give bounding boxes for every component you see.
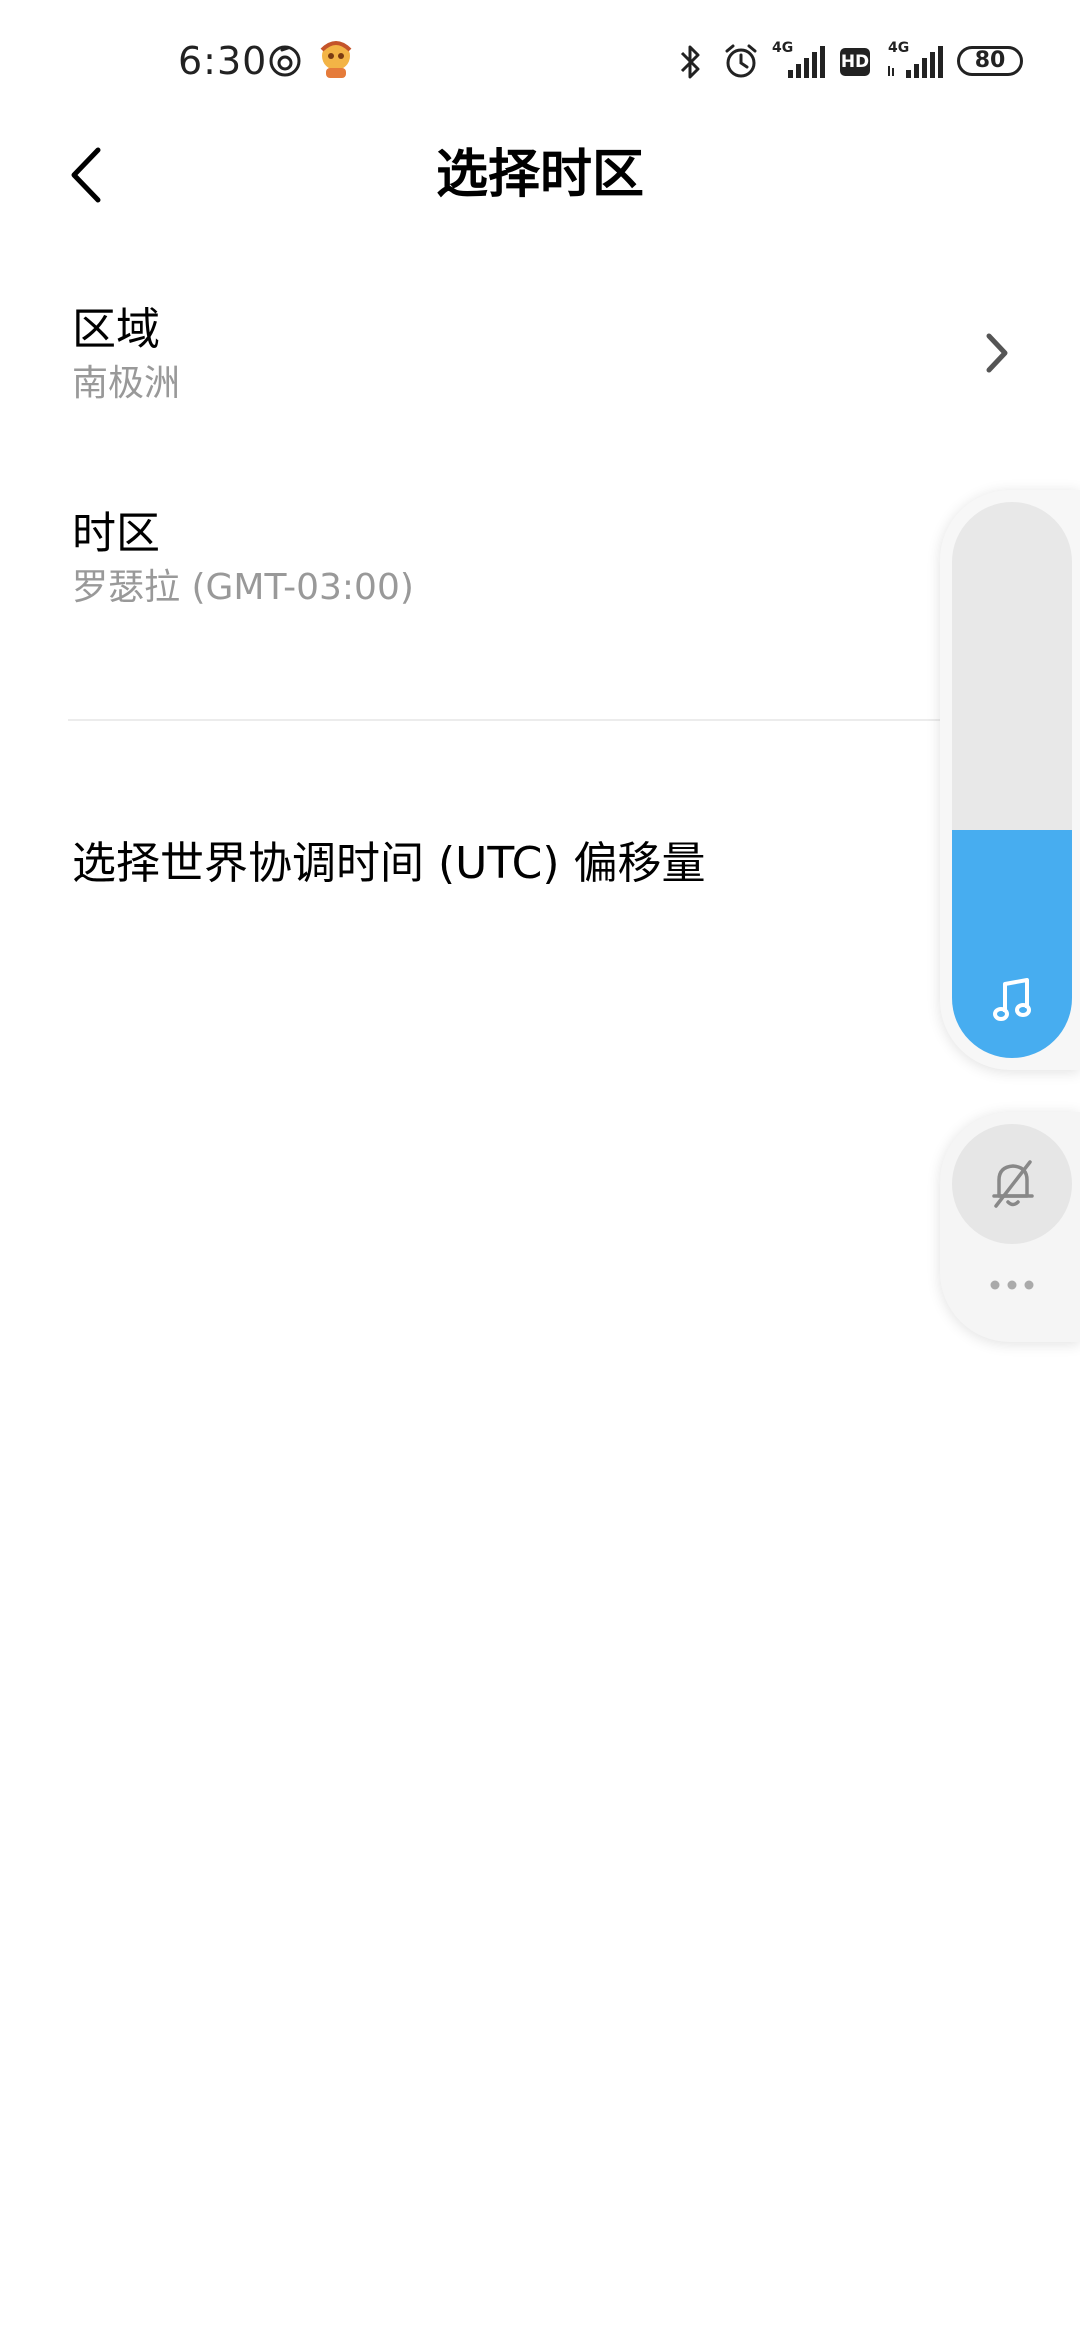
ringer-mute-toggle[interactable] bbox=[952, 1124, 1072, 1244]
status-time: 6:30 bbox=[178, 39, 268, 83]
section-divider bbox=[68, 719, 1080, 721]
region-title: 区域 bbox=[72, 304, 160, 355]
bell-muted-icon bbox=[992, 1160, 1034, 1208]
status-bar: 6:30 4G HD 4G 80 bbox=[0, 0, 1080, 125]
page-title: 选择时区 bbox=[435, 145, 644, 205]
signal-icon-2 bbox=[888, 46, 943, 78]
time-zone-settings-screen: 6:30 4G HD 4G 80 选择时区 区域 南极洲 时区 罗瑟拉 (GMT… bbox=[0, 0, 1080, 2340]
chevron-right-icon bbox=[986, 333, 1008, 373]
hd-icon: HD bbox=[840, 48, 870, 76]
music-note-icon bbox=[993, 978, 1031, 1021]
more-icon[interactable] bbox=[988, 1278, 1036, 1292]
utc-offset-setting-row[interactable]: 选择世界协调时间 (UTC) 偏移量 bbox=[0, 800, 1080, 930]
volume-panel bbox=[940, 490, 1080, 1070]
battery-icon: 80 bbox=[957, 46, 1023, 76]
signal-icon bbox=[788, 46, 825, 78]
timezone-value: 罗瑟拉 (GMT-03:00) bbox=[72, 567, 414, 608]
timezone-title: 时区 bbox=[72, 508, 160, 559]
media-volume-slider[interactable] bbox=[952, 502, 1072, 1058]
header: 选择时区 bbox=[0, 125, 1080, 285]
timezone-setting-row[interactable]: 时区 罗瑟拉 (GMT-03:00) bbox=[0, 492, 1080, 626]
netease-music-icon bbox=[269, 45, 301, 77]
region-value: 南极洲 bbox=[72, 363, 181, 404]
bluetooth-icon bbox=[680, 45, 700, 79]
utc-offset-title: 选择世界协调时间 (UTC) 偏移量 bbox=[72, 838, 706, 889]
region-setting-row[interactable]: 区域 南极洲 bbox=[0, 288, 1080, 422]
alarm-icon bbox=[725, 44, 757, 78]
media-volume-level bbox=[952, 830, 1072, 1058]
ringer-panel bbox=[940, 1112, 1080, 1342]
avatar-app-icon bbox=[320, 41, 352, 78]
